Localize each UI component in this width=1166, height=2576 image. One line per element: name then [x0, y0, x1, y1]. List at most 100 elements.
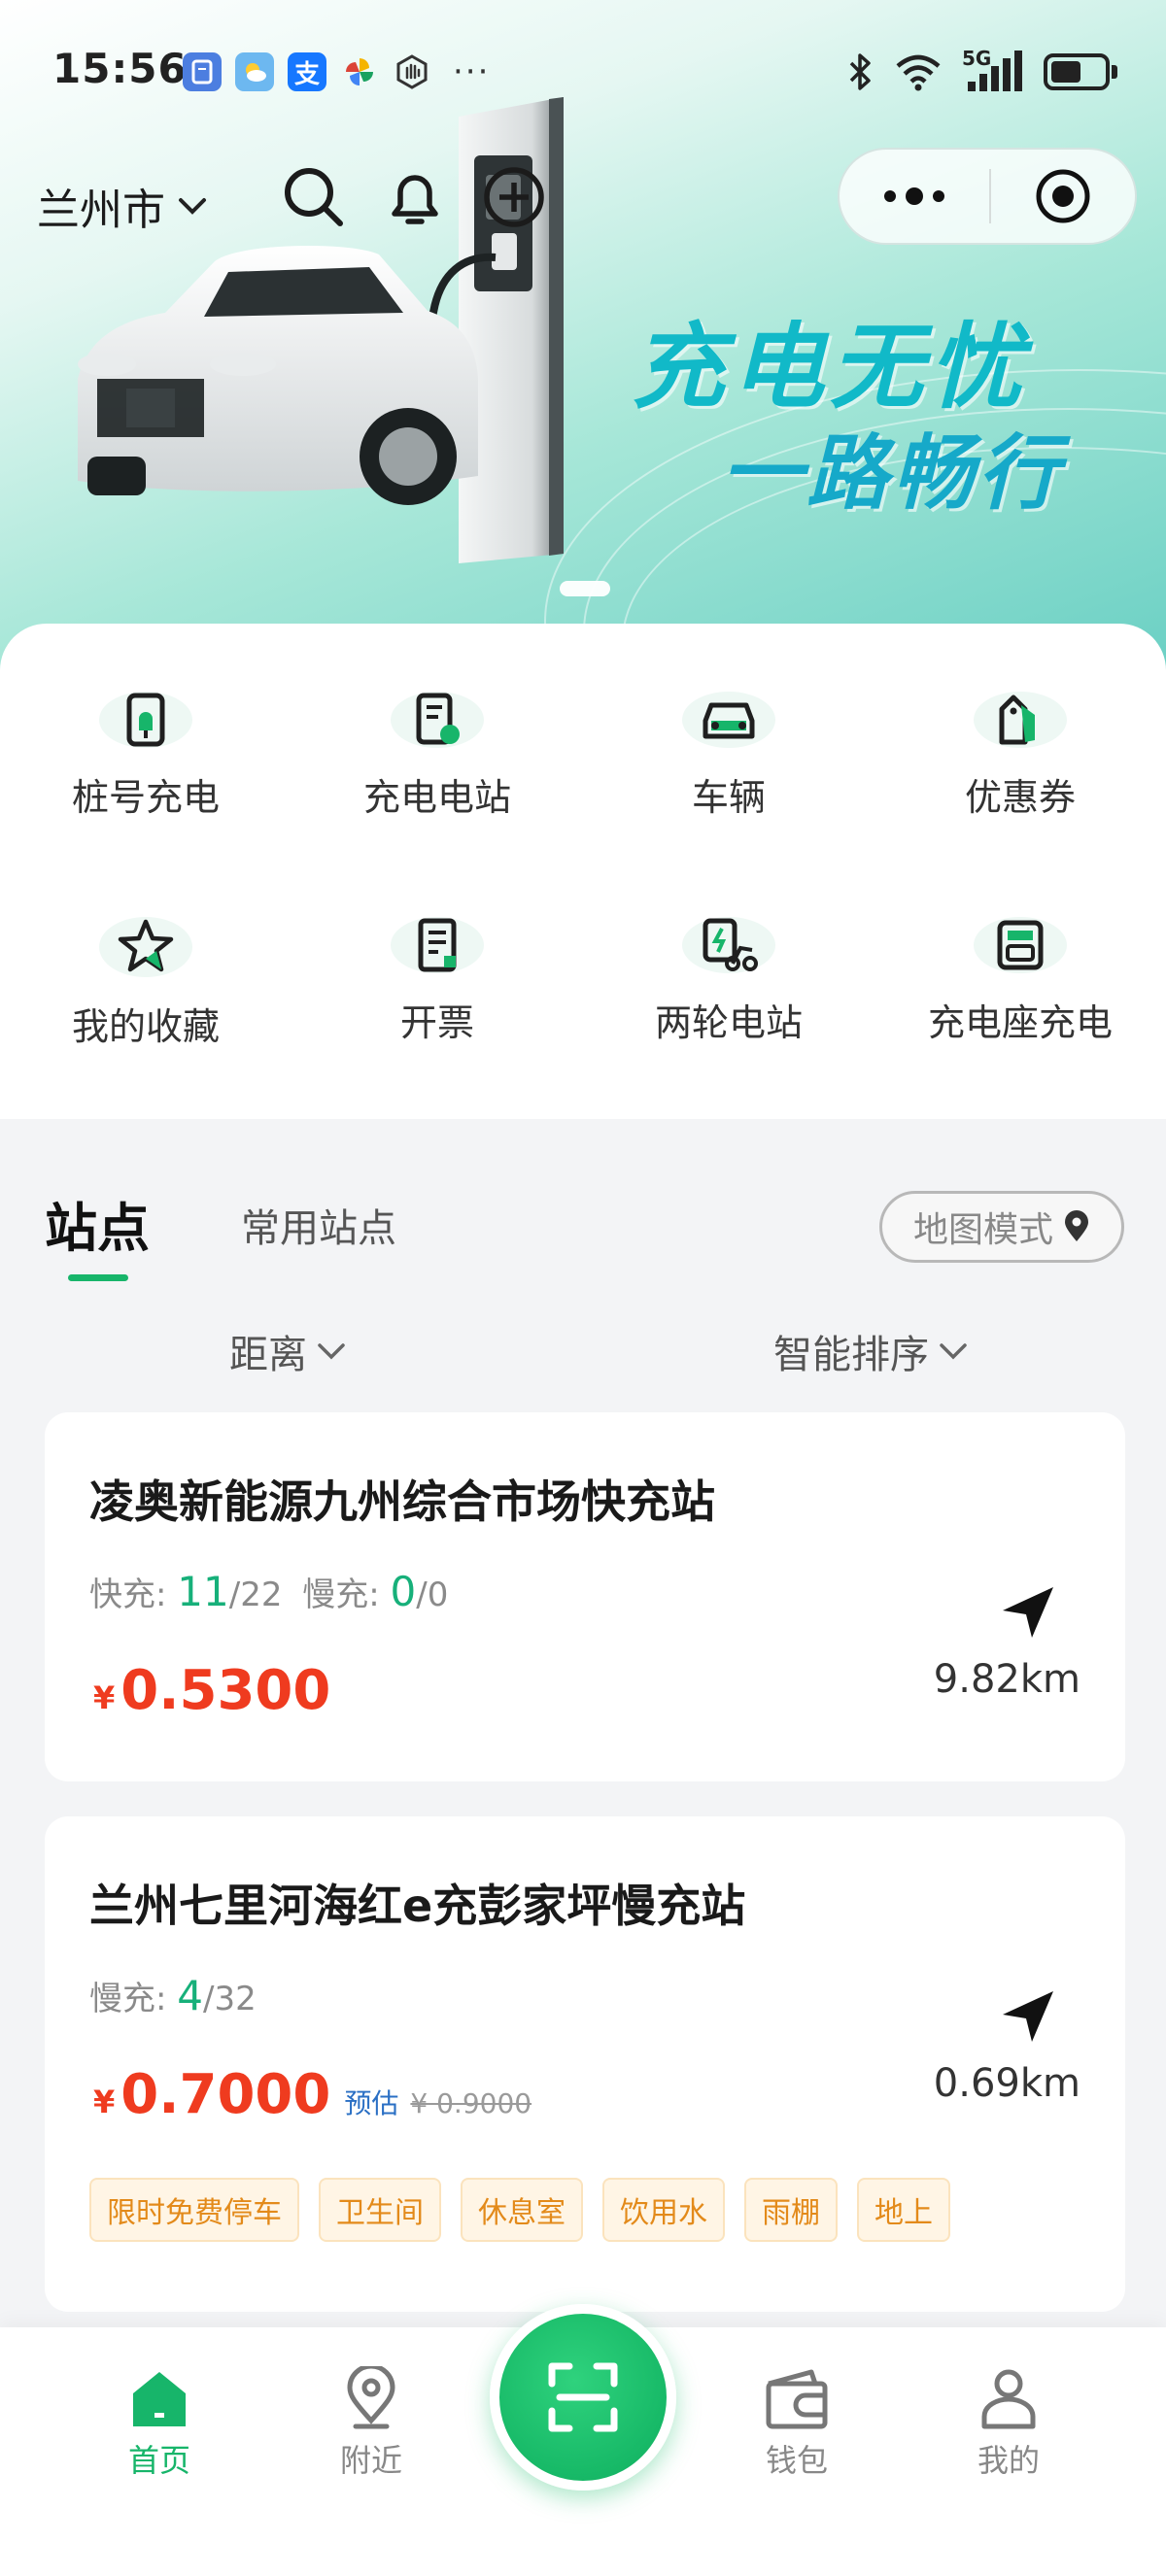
tab-frequent-stations[interactable]: 常用站点	[241, 1197, 396, 1253]
slow-available: 4	[177, 1972, 204, 2019]
nav-label: 钱包	[765, 2442, 828, 2479]
menu-label: 两轮电站	[654, 1001, 803, 1044]
currency: ¥	[93, 1679, 116, 1716]
status-bar: 15:56 支 ··· 5G	[0, 0, 1166, 146]
coupon-tag-icon	[974, 692, 1067, 748]
filter-label: 智能排序	[773, 1333, 929, 1377]
scan-button[interactable]	[490, 2304, 676, 2491]
chevron-down-icon	[179, 198, 206, 215]
status-app-icons: 支 ···	[183, 52, 490, 91]
bell-icon[interactable]	[381, 163, 449, 231]
nav-profile[interactable]: 我的	[941, 2366, 1077, 2481]
station-name: 兰州七里河海红e充彭家坪慢充站	[89, 1880, 746, 1932]
menu-label: 车辆	[691, 776, 766, 819]
plus-circle-icon[interactable]	[480, 163, 548, 231]
tab-active-indicator	[68, 1274, 128, 1281]
station-price: ¥ 0.5300	[93, 1659, 330, 1722]
location-pin-icon	[347, 2366, 395, 2429]
menu-item-vehicle[interactable]: 车辆	[583, 624, 874, 819]
tab-stations[interactable]: 站点	[45, 1185, 150, 1262]
menu-label: 充电电站	[362, 776, 511, 819]
nav-label: 首页	[127, 2442, 190, 2479]
quick-menu-grid: 桩号充电 充电电站 车辆 优惠券 我的收藏 开票 两轮电站 充电座充电	[0, 624, 1166, 1119]
banner-slogan-line2: 一路畅行	[721, 425, 1064, 521]
star-icon	[99, 917, 192, 977]
fast-label: 快充:	[89, 1576, 167, 1614]
station-tags: 限时免费停车 卫生间 休息室 饮用水 雨棚 地上	[89, 2178, 950, 2242]
more-dots-icon[interactable]	[840, 150, 989, 243]
city-name: 兰州市	[37, 186, 165, 235]
search-icon[interactable]	[280, 163, 348, 231]
banner-pager-dot	[560, 581, 610, 596]
station-availability: 快充: 11/22 慢充: 0/0	[89, 1568, 448, 1615]
station-distance: 0.69km	[933, 2061, 1080, 2106]
fast-available: 11	[177, 1568, 229, 1615]
map-mode-label: 地图模式	[912, 1210, 1053, 1250]
menu-item-coupon[interactable]: 优惠券	[874, 624, 1166, 819]
menu-item-dock-charging[interactable]: 充电座充电	[874, 849, 1166, 1044]
menu-label: 充电座充电	[927, 1001, 1113, 1044]
menu-item-invoice[interactable]: 开票	[292, 849, 583, 1044]
target-icon[interactable]	[991, 150, 1135, 243]
filter-label: 距离	[229, 1333, 307, 1377]
charging-dock-icon	[974, 917, 1067, 973]
menu-item-favorites[interactable]: 我的收藏	[0, 849, 292, 1048]
notes-icon	[183, 52, 222, 91]
menu-item-pile-charge[interactable]: 桩号充电	[0, 624, 292, 819]
pinwheel-icon	[340, 52, 379, 91]
battery-icon	[1044, 53, 1117, 90]
amenity-tag: 休息室	[461, 2178, 583, 2242]
bluetooth-icon	[849, 53, 871, 90]
navigation-arrow-icon[interactable]	[999, 1583, 1057, 1642]
nav-home[interactable]: 首页	[91, 2366, 227, 2481]
weather-icon	[235, 52, 274, 91]
nav-wallet[interactable]: 钱包	[729, 2366, 865, 2481]
menu-label: 优惠券	[964, 776, 1076, 819]
station-card[interactable]: 凌奥新能源九州综合市场快充站 快充: 11/22 慢充: 0/0 ¥ 0.530…	[45, 1412, 1125, 1781]
amenity-tag: 限时免费停车	[89, 2178, 299, 2242]
station-price: ¥ 0.7000 预估 ¥ 0.9000	[93, 2063, 532, 2126]
wifi-icon	[896, 54, 941, 91]
navigation-arrow-icon[interactable]	[999, 1987, 1057, 2046]
nav-nearby[interactable]: 附近	[303, 2366, 439, 2481]
menu-label: 我的收藏	[71, 1005, 220, 1048]
city-selector[interactable]: 兰州市	[37, 175, 210, 237]
sort-filter[interactable]: 智能排序	[773, 1323, 970, 1379]
original-price: ¥ 0.9000	[410, 2087, 532, 2119]
hero-banner[interactable]: 15:56 支 ··· 5G 兰州市 充电无忧 一路畅行	[0, 0, 1166, 670]
menu-label: 开票	[399, 1001, 474, 1044]
chevron-down-icon	[940, 1343, 967, 1360]
slow-label: 慢充:	[302, 1576, 380, 1614]
nav-label: 我的	[977, 2442, 1040, 2479]
wallet-icon	[766, 2369, 828, 2429]
slow-label: 慢充:	[89, 1980, 167, 2018]
amenity-tag: 地上	[857, 2178, 950, 2242]
menu-item-two-wheel-station[interactable]: 两轮电站	[583, 849, 874, 1044]
amenity-tag: 卫生间	[319, 2178, 441, 2242]
station-card[interactable]: 兰州七里河海红e充彭家坪慢充站 慢充: 4/32 ¥ 0.7000 预估 ¥ 0…	[45, 1816, 1125, 2312]
nav-label: 附近	[339, 2442, 402, 2479]
menu-label: 桩号充电	[71, 776, 220, 819]
miniprogram-capsule	[838, 148, 1137, 245]
distance-filter[interactable]: 距离	[229, 1323, 348, 1379]
price-estimate-label: 预估	[344, 2087, 399, 2119]
chevron-down-icon	[318, 1343, 345, 1360]
status-time: 15:56	[52, 45, 188, 92]
station-distance: 9.82km	[933, 1657, 1080, 1702]
car-icon	[682, 692, 775, 748]
currency: ¥	[93, 2084, 116, 2120]
home-icon	[133, 2372, 186, 2426]
menu-item-charging-station[interactable]: 充电电站	[292, 624, 583, 819]
price-value: 0.5300	[120, 1659, 331, 1722]
station-name: 凌奥新能源九州综合市场快充站	[89, 1475, 715, 1528]
map-mode-button[interactable]: 地图模式	[879, 1191, 1124, 1263]
invoice-icon	[391, 917, 484, 973]
station-tabs: 站点 常用站点 地图模式	[0, 1185, 1166, 1292]
charger-pile-icon	[99, 692, 192, 748]
slow-total: /32	[203, 1980, 257, 2018]
charging-station-icon	[391, 692, 484, 748]
network-type: 5G	[962, 47, 992, 70]
signal-icon: 5G	[962, 47, 1024, 93]
station-availability: 慢充: 4/32	[89, 1972, 257, 2019]
amenity-tag: 雨棚	[744, 2178, 838, 2242]
